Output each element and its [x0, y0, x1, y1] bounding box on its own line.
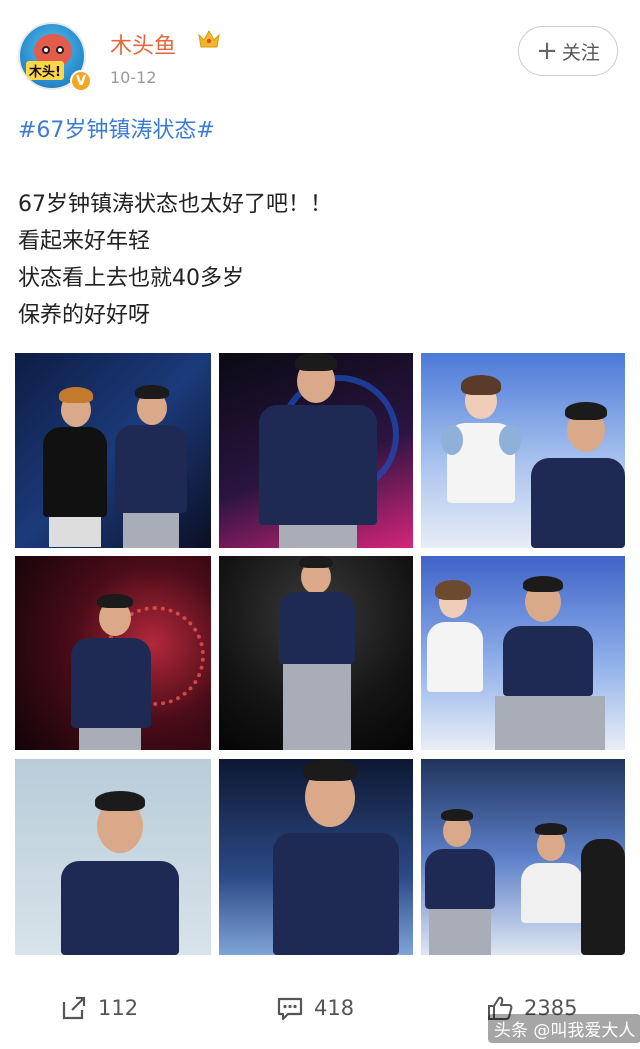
content-line: 67岁钟镇涛状态也太好了吧！！ [18, 192, 332, 217]
topic-hashtag[interactable]: #67岁钟镇涛状态# [18, 112, 215, 144]
comment-count: 418 [314, 996, 355, 1020]
avatar-eye-icon [42, 46, 50, 54]
post-content: 67岁钟镇涛状态也太好了吧！！ 看起来好年轻 状态看上去也就40多岁 保养的好好… [18, 186, 332, 334]
username[interactable]: 木头鱼 [110, 28, 176, 60]
share-count: 112 [98, 996, 139, 1020]
comment-icon [277, 997, 303, 1021]
crown-icon [198, 29, 220, 48]
photo-6[interactable] [421, 556, 625, 750]
content-line: 保养的好好呀 [18, 303, 151, 328]
watermark: 头条 @叫我爱大人 [488, 1014, 640, 1043]
comment-button[interactable]: 418 [276, 994, 354, 1022]
photo-7[interactable] [15, 759, 211, 955]
content-line: 看起来好年轻 [18, 229, 151, 254]
share-icon [62, 996, 86, 1020]
content-line: 状态看上去也就40多岁 [18, 266, 244, 291]
photo-3[interactable] [421, 353, 625, 548]
photo-4[interactable] [15, 556, 211, 750]
share-button[interactable]: 112 [60, 994, 138, 1022]
follow-button[interactable]: + 关注 [518, 26, 618, 76]
photo-9[interactable] [421, 759, 625, 955]
post-date: 10-12 [110, 68, 157, 87]
plus-icon: + [536, 36, 558, 66]
photo-1[interactable] [15, 353, 211, 548]
photo-5[interactable] [219, 556, 413, 750]
verified-badge-icon: V [70, 70, 92, 92]
follow-label: 关注 [561, 41, 600, 64]
avatar-eye-icon [56, 46, 64, 54]
photo-8[interactable] [219, 759, 413, 955]
photo-grid [15, 353, 625, 955]
post-header: 木头! V 木头鱼 10-12 + 关注 [0, 0, 640, 110]
photo-2[interactable] [219, 353, 413, 548]
avatar-text: 木头! [26, 61, 64, 80]
